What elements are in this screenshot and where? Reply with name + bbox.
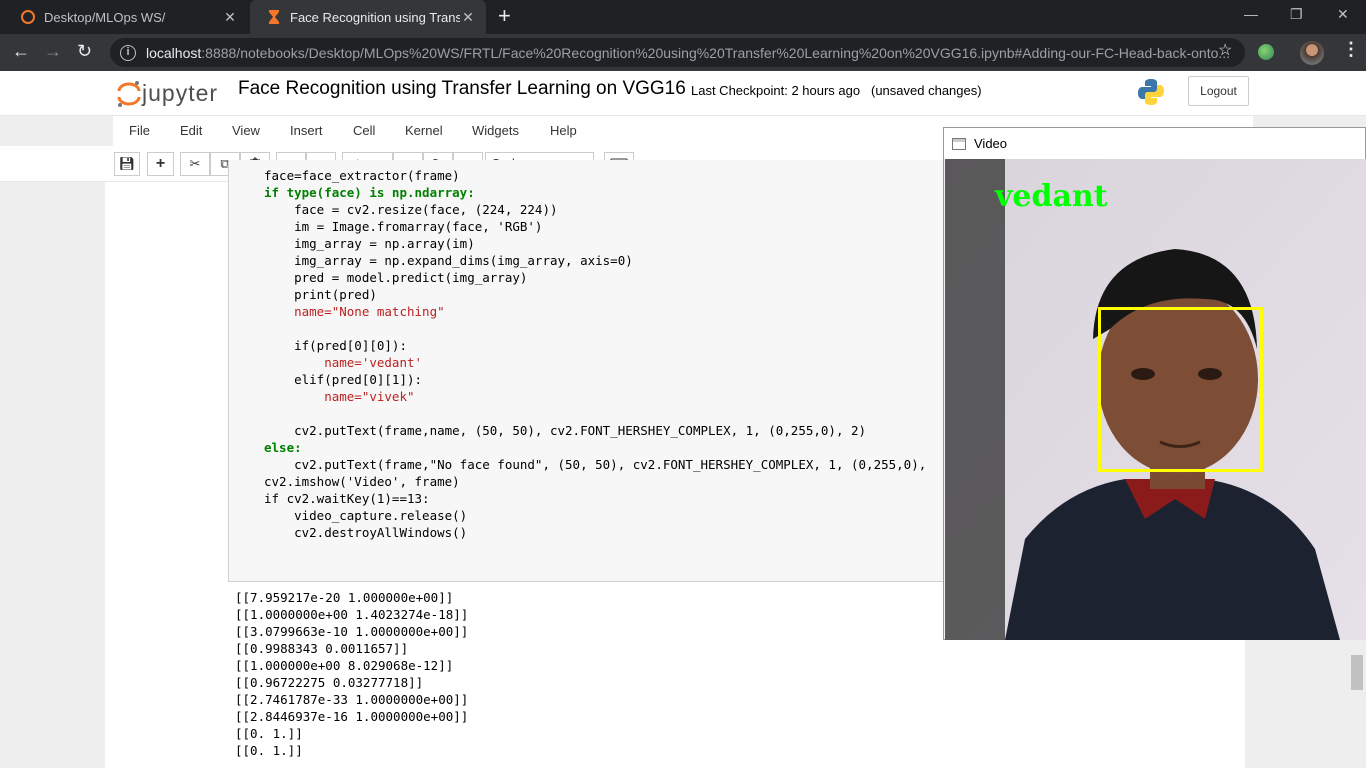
code-line: img_array = np.expand_dims(img_array, ax…: [264, 253, 633, 268]
menu-cell[interactable]: Cell: [353, 123, 375, 138]
code-line: pred = model.predict(img_array): [264, 270, 528, 285]
close-tab-icon[interactable]: ✕: [460, 9, 476, 26]
browser-toolbar: ← → ↻ i localhost:8888/notebooks/Desktop…: [0, 34, 1366, 71]
info-icon[interactable]: i: [120, 44, 136, 61]
logout-button[interactable]: Logout: [1188, 76, 1249, 106]
close-window-icon[interactable]: ✕: [1337, 6, 1349, 23]
code-line: if(pred[0][0]):: [264, 338, 407, 353]
browser-tab-strip: Desktop/MLOps WS/ ✕ Face Recognition usi…: [0, 0, 1366, 34]
predicted-name-label: vedant: [995, 179, 1108, 214]
restore-icon[interactable]: ❐: [1290, 6, 1303, 23]
code-line: print(pred): [264, 287, 377, 302]
page-scrollbar-thumb[interactable]: [1351, 655, 1363, 690]
python-logo-icon: [1138, 79, 1164, 105]
checkpoint-status: Last Checkpoint: 2 hours ago: [691, 83, 861, 98]
browser-tab-desktop[interactable]: Desktop/MLOps WS/ ✕: [4, 0, 248, 34]
forward-icon[interactable]: →: [44, 41, 62, 62]
video-window-titlebar[interactable]: Video: [944, 128, 1365, 159]
menu-view[interactable]: View: [232, 123, 260, 138]
tab-title: Face Recognition using Transfer L: [290, 9, 460, 25]
url-host: localhost: [146, 44, 202, 61]
code-line: elif(pred[0][1]):: [264, 372, 423, 387]
unsaved-indicator: (unsaved changes): [871, 83, 982, 98]
new-tab-icon[interactable]: +: [498, 5, 511, 27]
jupyter-logo[interactable]: jupyter: [116, 77, 226, 109]
code-editor[interactable]: face=face_extractor(frame) if type(face)…: [264, 167, 926, 541]
code-line: cv2.putText(frame,"No face found", (50, …: [264, 457, 927, 472]
cut-icon[interactable]: ✂: [180, 152, 210, 176]
menu-insert[interactable]: Insert: [290, 123, 323, 138]
close-tab-icon[interactable]: ✕: [222, 9, 238, 26]
code-line: im = Image.fromarray(face, 'RGB'): [264, 219, 543, 234]
output-line: [[3.0799663e-10 1.0000000e+00]]: [235, 624, 469, 639]
code-line: if cv2.waitKey(1)==13:: [264, 491, 430, 506]
jupyter-favicon-icon: [21, 10, 35, 24]
extension-icon[interactable]: [1258, 44, 1274, 60]
save-icon[interactable]: 💾︎: [114, 152, 140, 176]
output-line: [[0.9988343 0.0011657]]: [235, 641, 409, 656]
code-line: name='vedant': [264, 355, 423, 370]
jupyter-header: jupyter Face Recognition using Transfer …: [0, 71, 1366, 116]
cell-output: [[7.959217e-20 1.000000e+00]] [[1.000000…: [235, 589, 468, 759]
jupyter-wordmark: jupyter: [142, 80, 219, 106]
menu-help[interactable]: Help: [550, 123, 577, 138]
address-bar[interactable]: i localhost:8888/notebooks/Desktop/MLOps…: [110, 38, 1245, 67]
output-line: [[0.96722275 0.03277718]]: [235, 675, 424, 690]
code-line: face = cv2.resize(face, (224, 224)): [264, 202, 558, 217]
browser-tab-notebook[interactable]: Face Recognition using Transfer L ✕: [250, 0, 486, 34]
code-line: if type(face) is np.ndarray:: [264, 185, 475, 200]
menu-file[interactable]: File: [129, 123, 150, 138]
code-line: face=face_extractor(frame): [264, 168, 460, 183]
window-icon: [952, 137, 966, 150]
code-line: cv2.imshow('Video', frame): [264, 474, 460, 489]
tab-title: Desktop/MLOps WS/: [44, 9, 166, 25]
face-bounding-box: [1098, 307, 1263, 472]
output-line: [[0. 1.]]: [235, 743, 303, 758]
minimize-icon[interactable]: —: [1244, 6, 1258, 22]
webcam-frame: vedant: [945, 159, 1366, 640]
hourglass-icon: [269, 10, 279, 24]
code-line: name="None matching": [264, 304, 445, 319]
bookmark-star-icon[interactable]: ☆: [1218, 40, 1232, 60]
output-line: [[2.7461787e-33 1.0000000e+00]]: [235, 692, 469, 707]
insert-cell-icon[interactable]: +: [147, 152, 174, 176]
menu-kebab-icon[interactable]: ⋮: [1342, 39, 1360, 60]
code-line: video_capture.release(): [264, 508, 468, 523]
menu-edit[interactable]: Edit: [180, 123, 202, 138]
profile-avatar[interactable]: [1300, 41, 1324, 65]
video-window-title: Video: [974, 136, 1008, 151]
code-line: cv2.destroyAllWindows(): [264, 525, 468, 540]
code-line: cv2.putText(frame,name, (50, 50), cv2.FO…: [264, 423, 867, 438]
menu-kernel[interactable]: Kernel: [405, 123, 443, 138]
notebook-title[interactable]: Face Recognition using Transfer Learning…: [238, 78, 686, 100]
code-line: else:: [264, 440, 302, 455]
output-line: [[1.0000000e+00 1.4023274e-18]]: [235, 607, 469, 622]
video-window[interactable]: Video vedant: [943, 127, 1366, 640]
output-line: [[2.8446937e-16 1.0000000e+00]]: [235, 709, 469, 724]
code-line: name="vivek": [264, 389, 415, 404]
reload-icon[interactable]: ↻: [77, 41, 92, 62]
jupyter-logo-icon: [117, 81, 141, 107]
back-icon[interactable]: ←: [12, 41, 30, 62]
url-path: :8888/notebooks/Desktop/MLOps%20WS/FRTL/…: [201, 44, 1231, 61]
menu-widgets[interactable]: Widgets: [472, 123, 519, 138]
output-line: [[1.000000e+00 8.029068e-12]]: [235, 658, 454, 673]
output-line: [[0. 1.]]: [235, 726, 303, 741]
code-line: img_array = np.array(im): [264, 236, 475, 251]
output-line: [[7.959217e-20 1.000000e+00]]: [235, 590, 454, 605]
